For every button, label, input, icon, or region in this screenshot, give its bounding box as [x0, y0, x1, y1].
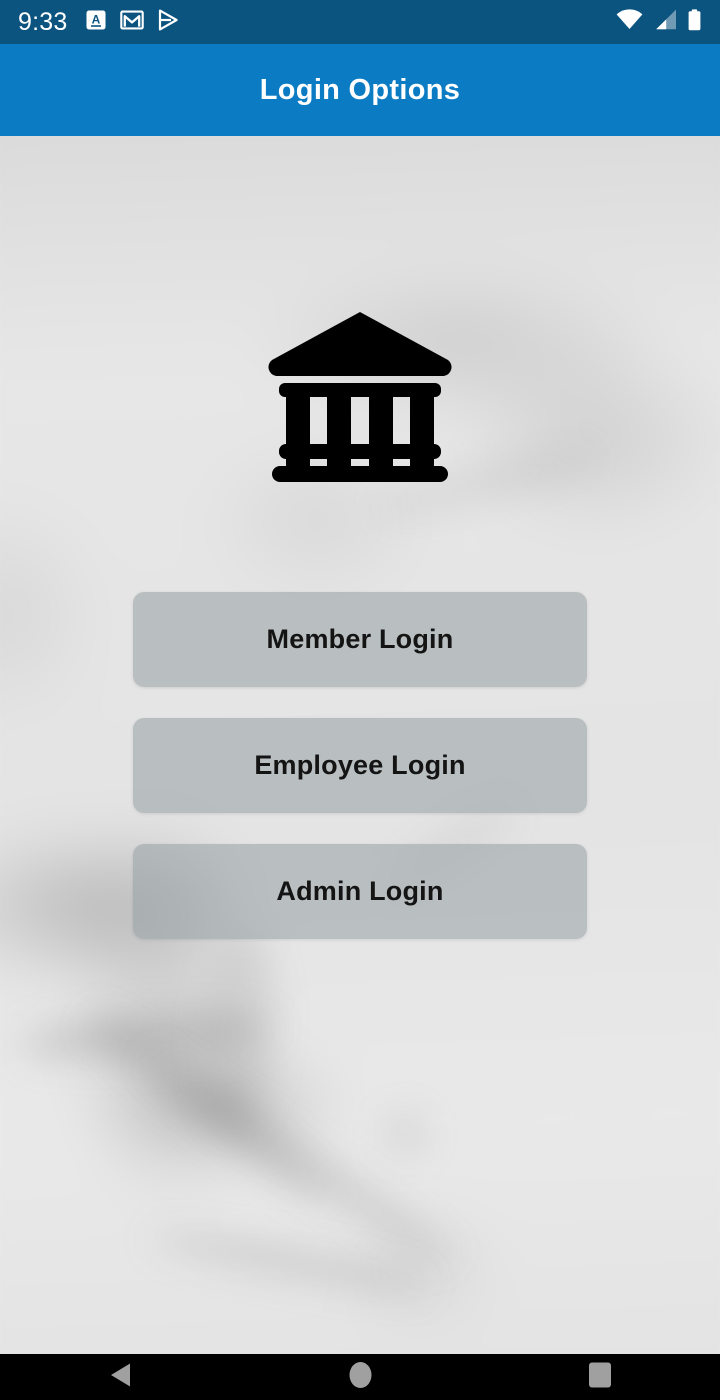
login-options-list: Member Login Employee Login Admin Login: [133, 592, 587, 970]
nav-back-button[interactable]: [60, 1354, 180, 1400]
notification-icons: A: [85, 9, 181, 36]
background-texture: [382, 1111, 428, 1157]
status-bar-right: [616, 8, 702, 36]
app-bar: Login Options: [0, 44, 720, 136]
logo-container: [0, 308, 720, 489]
status-bar: 9:33 A: [0, 0, 720, 44]
main-content: Member Login Employee Login Admin Login: [0, 136, 720, 1354]
member-login-button[interactable]: Member Login: [133, 592, 587, 687]
back-triangle-icon: [109, 1362, 132, 1393]
status-bar-clock: 9:33: [18, 7, 68, 36]
nav-home-button[interactable]: [300, 1354, 420, 1400]
bank-building-icon: [265, 308, 455, 489]
admin-login-label: Admin Login: [276, 876, 444, 906]
employee-login-button[interactable]: Employee Login: [133, 718, 587, 813]
page-title: Login Options: [259, 73, 461, 106]
app-letter-a-icon: A: [85, 9, 107, 36]
admin-login-button[interactable]: Admin Login: [133, 844, 587, 939]
nav-recents-button[interactable]: [540, 1354, 660, 1400]
phone-screen: 9:33 A Login Options Member Login Employ…: [0, 0, 720, 1400]
home-circle-icon: [348, 1361, 373, 1394]
svg-text:A: A: [92, 12, 101, 26]
employee-login-label: Employee Login: [254, 750, 466, 780]
battery-icon: [687, 8, 702, 36]
android-navigation-bar: [0, 1354, 720, 1400]
status-bar-left: 9:33 A: [18, 9, 181, 36]
wifi-icon: [616, 9, 643, 35]
cellular-signal-icon: [653, 9, 677, 35]
google-play-icon: [157, 9, 181, 36]
recents-square-icon: [587, 1361, 613, 1394]
gmail-icon: [120, 9, 145, 36]
member-login-label: Member Login: [266, 624, 454, 654]
